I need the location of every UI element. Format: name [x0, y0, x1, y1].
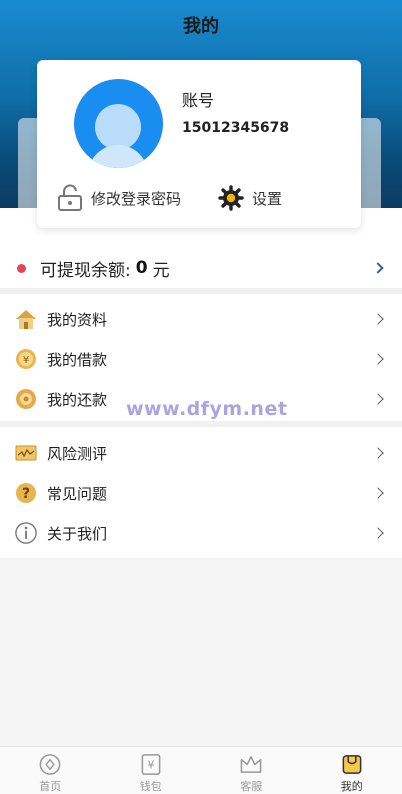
watermark: www.dfym.net — [126, 398, 288, 420]
question-icon: ? — [15, 482, 37, 504]
chevron-right-icon — [372, 393, 384, 405]
balance-unit: 元 — [152, 260, 170, 281]
menu-item-risk-assessment[interactable]: 风险测评 — [0, 433, 402, 473]
svg-text:¥: ¥ — [23, 355, 29, 366]
wallet-yen-icon: ¥ — [141, 754, 161, 775]
menu-item-loans[interactable]: ¥ 我的借款 — [0, 339, 402, 379]
balance-amount: 0 — [135, 258, 148, 278]
page-title: 我的 — [183, 16, 219, 37]
avatar[interactable] — [74, 79, 163, 168]
chevron-right-icon — [372, 262, 384, 274]
home-compass-icon — [39, 754, 61, 775]
svg-text:?: ? — [22, 486, 30, 502]
divider — [0, 288, 402, 294]
menu-label: 常见问题 — [47, 484, 108, 503]
tab-label: 我的 — [340, 780, 363, 793]
tab-wallet[interactable]: ¥ 钱包 — [101, 747, 202, 794]
change-password-button[interactable]: 修改登录密码 — [57, 184, 181, 212]
menu-label: 我的还款 — [47, 390, 108, 409]
menu-item-faq[interactable]: ? 常见问题 — [0, 473, 402, 513]
menu-label: 风险测评 — [47, 444, 108, 463]
profile-card: 账号 15012345678 修改登录密码 设置 — [37, 60, 361, 228]
divider — [0, 421, 402, 427]
tab-home[interactable]: 首页 — [0, 747, 101, 794]
tab-label: 首页 — [39, 780, 62, 793]
tab-mine[interactable]: 我的 — [302, 747, 402, 794]
settings-label: 设置 — [252, 189, 283, 208]
chevron-right-icon — [372, 353, 384, 365]
balance-row[interactable]: 可提现余额: 0 元 — [0, 250, 402, 286]
gear-icon — [218, 185, 244, 211]
profile-tab-icon — [342, 755, 362, 774]
tab-service[interactable]: 客服 — [201, 747, 302, 794]
settings-button[interactable]: 设置 — [218, 184, 282, 212]
chart-card-icon — [15, 442, 37, 464]
chevron-right-icon — [372, 447, 384, 459]
home-icon — [15, 308, 37, 330]
chevron-right-icon — [372, 487, 384, 499]
account-phone: 15012345678 — [182, 120, 290, 136]
crown-icon — [240, 756, 262, 773]
info-icon — [15, 522, 37, 544]
menu-label: 关于我们 — [47, 524, 108, 543]
coin-icon — [15, 388, 37, 410]
tab-label: 客服 — [240, 780, 263, 793]
menu-label: 我的借款 — [47, 350, 108, 369]
balance-label: 可提现余额: — [40, 260, 131, 281]
tab-label: 钱包 — [139, 780, 162, 793]
change-password-label: 修改登录密码 — [91, 189, 182, 208]
chevron-right-icon — [372, 527, 384, 539]
balance-dot — [17, 263, 26, 273]
bottom-tab-bar: 首页 ¥ 钱包 客服 我的 — [0, 746, 402, 794]
account-label: 账号 — [182, 91, 215, 110]
svg-text:¥: ¥ — [147, 759, 154, 771]
chevron-right-icon — [372, 313, 384, 325]
menu-label: 我的资料 — [47, 310, 108, 329]
lock-icon — [58, 184, 82, 211]
yen-coin-icon: ¥ — [15, 348, 37, 370]
menu-item-profile[interactable]: 我的资料 — [0, 299, 402, 339]
menu-item-about[interactable]: 关于我们 — [0, 513, 402, 553]
